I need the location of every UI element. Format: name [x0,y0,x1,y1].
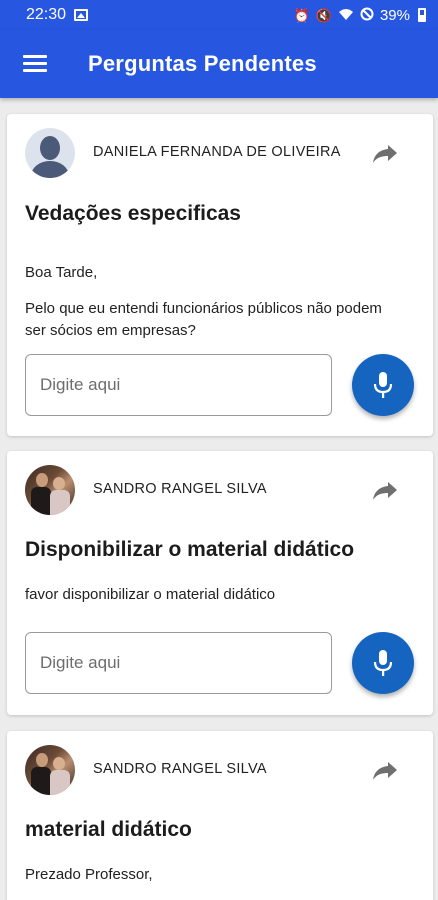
answer-input[interactable] [25,354,332,416]
status-icons: ⏰ 🔇 39% [294,7,426,24]
question-body: Prezado Professor, [25,864,405,886]
author-name: SANDRO RANGEL SILVA [93,481,267,497]
answer-input[interactable] [25,632,332,694]
mute-icon: 🔇 [315,7,332,23]
share-icon[interactable] [371,758,399,782]
body-line: favor disponibilizar o material didático [25,586,276,603]
body-line: Boa Tarde, [25,264,98,281]
question-body: Boa Tarde, Pelo que eu entendi funcionár… [25,262,405,342]
author-name: SANDRO RANGEL SILVA [93,761,267,777]
gallery-notification-icon [74,9,89,21]
author-name: DANIELA FERNANDA DE OLIVEIRA [93,144,341,160]
battery-icon [418,8,426,22]
do-not-disturb-icon [360,7,374,23]
question-title: Disponibilizar o material didático [25,538,355,561]
mic-button[interactable] [352,354,414,416]
share-icon[interactable] [371,478,399,502]
question-title: material didático [25,818,192,841]
avatar [25,465,75,515]
question-card: SANDRO RANGEL SILVA Disponibilizar o mat… [7,451,433,715]
wifi-icon [338,8,354,23]
body-line: Pelo que eu entendi funcionários público… [25,300,382,339]
menu-icon[interactable] [23,55,47,73]
body-line: Prezado Professor, [25,866,153,883]
question-card: SANDRO RANGEL SILVA material didático Pr… [7,731,433,900]
card-header: DANIELA FERNANDA DE OLIVEIRA [7,114,433,194]
avatar [25,128,75,178]
app-bar: Perguntas Pendentes [0,30,438,98]
status-time: 22:30 [26,6,67,23]
alarm-icon: ⏰ [293,7,310,23]
microphone-icon [373,650,393,676]
question-body: favor disponibilizar o material didático [25,584,405,606]
battery-level: 39% [379,6,410,24]
page-title: Perguntas Pendentes [88,51,317,76]
question-card: DANIELA FERNANDA DE OLIVEIRA Vedações es… [7,114,433,436]
card-header: SANDRO RANGEL SILVA [7,731,433,811]
microphone-icon [373,372,393,398]
card-header: SANDRO RANGEL SILVA [7,451,433,531]
question-title: Vedações especificas [25,202,241,225]
avatar [25,745,75,795]
share-icon[interactable] [371,141,399,165]
mic-button[interactable] [352,632,414,694]
status-bar: 22:30 ⏰ 🔇 39% [0,0,438,30]
questions-list[interactable]: DANIELA FERNANDA DE OLIVEIRA Vedações es… [0,98,438,900]
